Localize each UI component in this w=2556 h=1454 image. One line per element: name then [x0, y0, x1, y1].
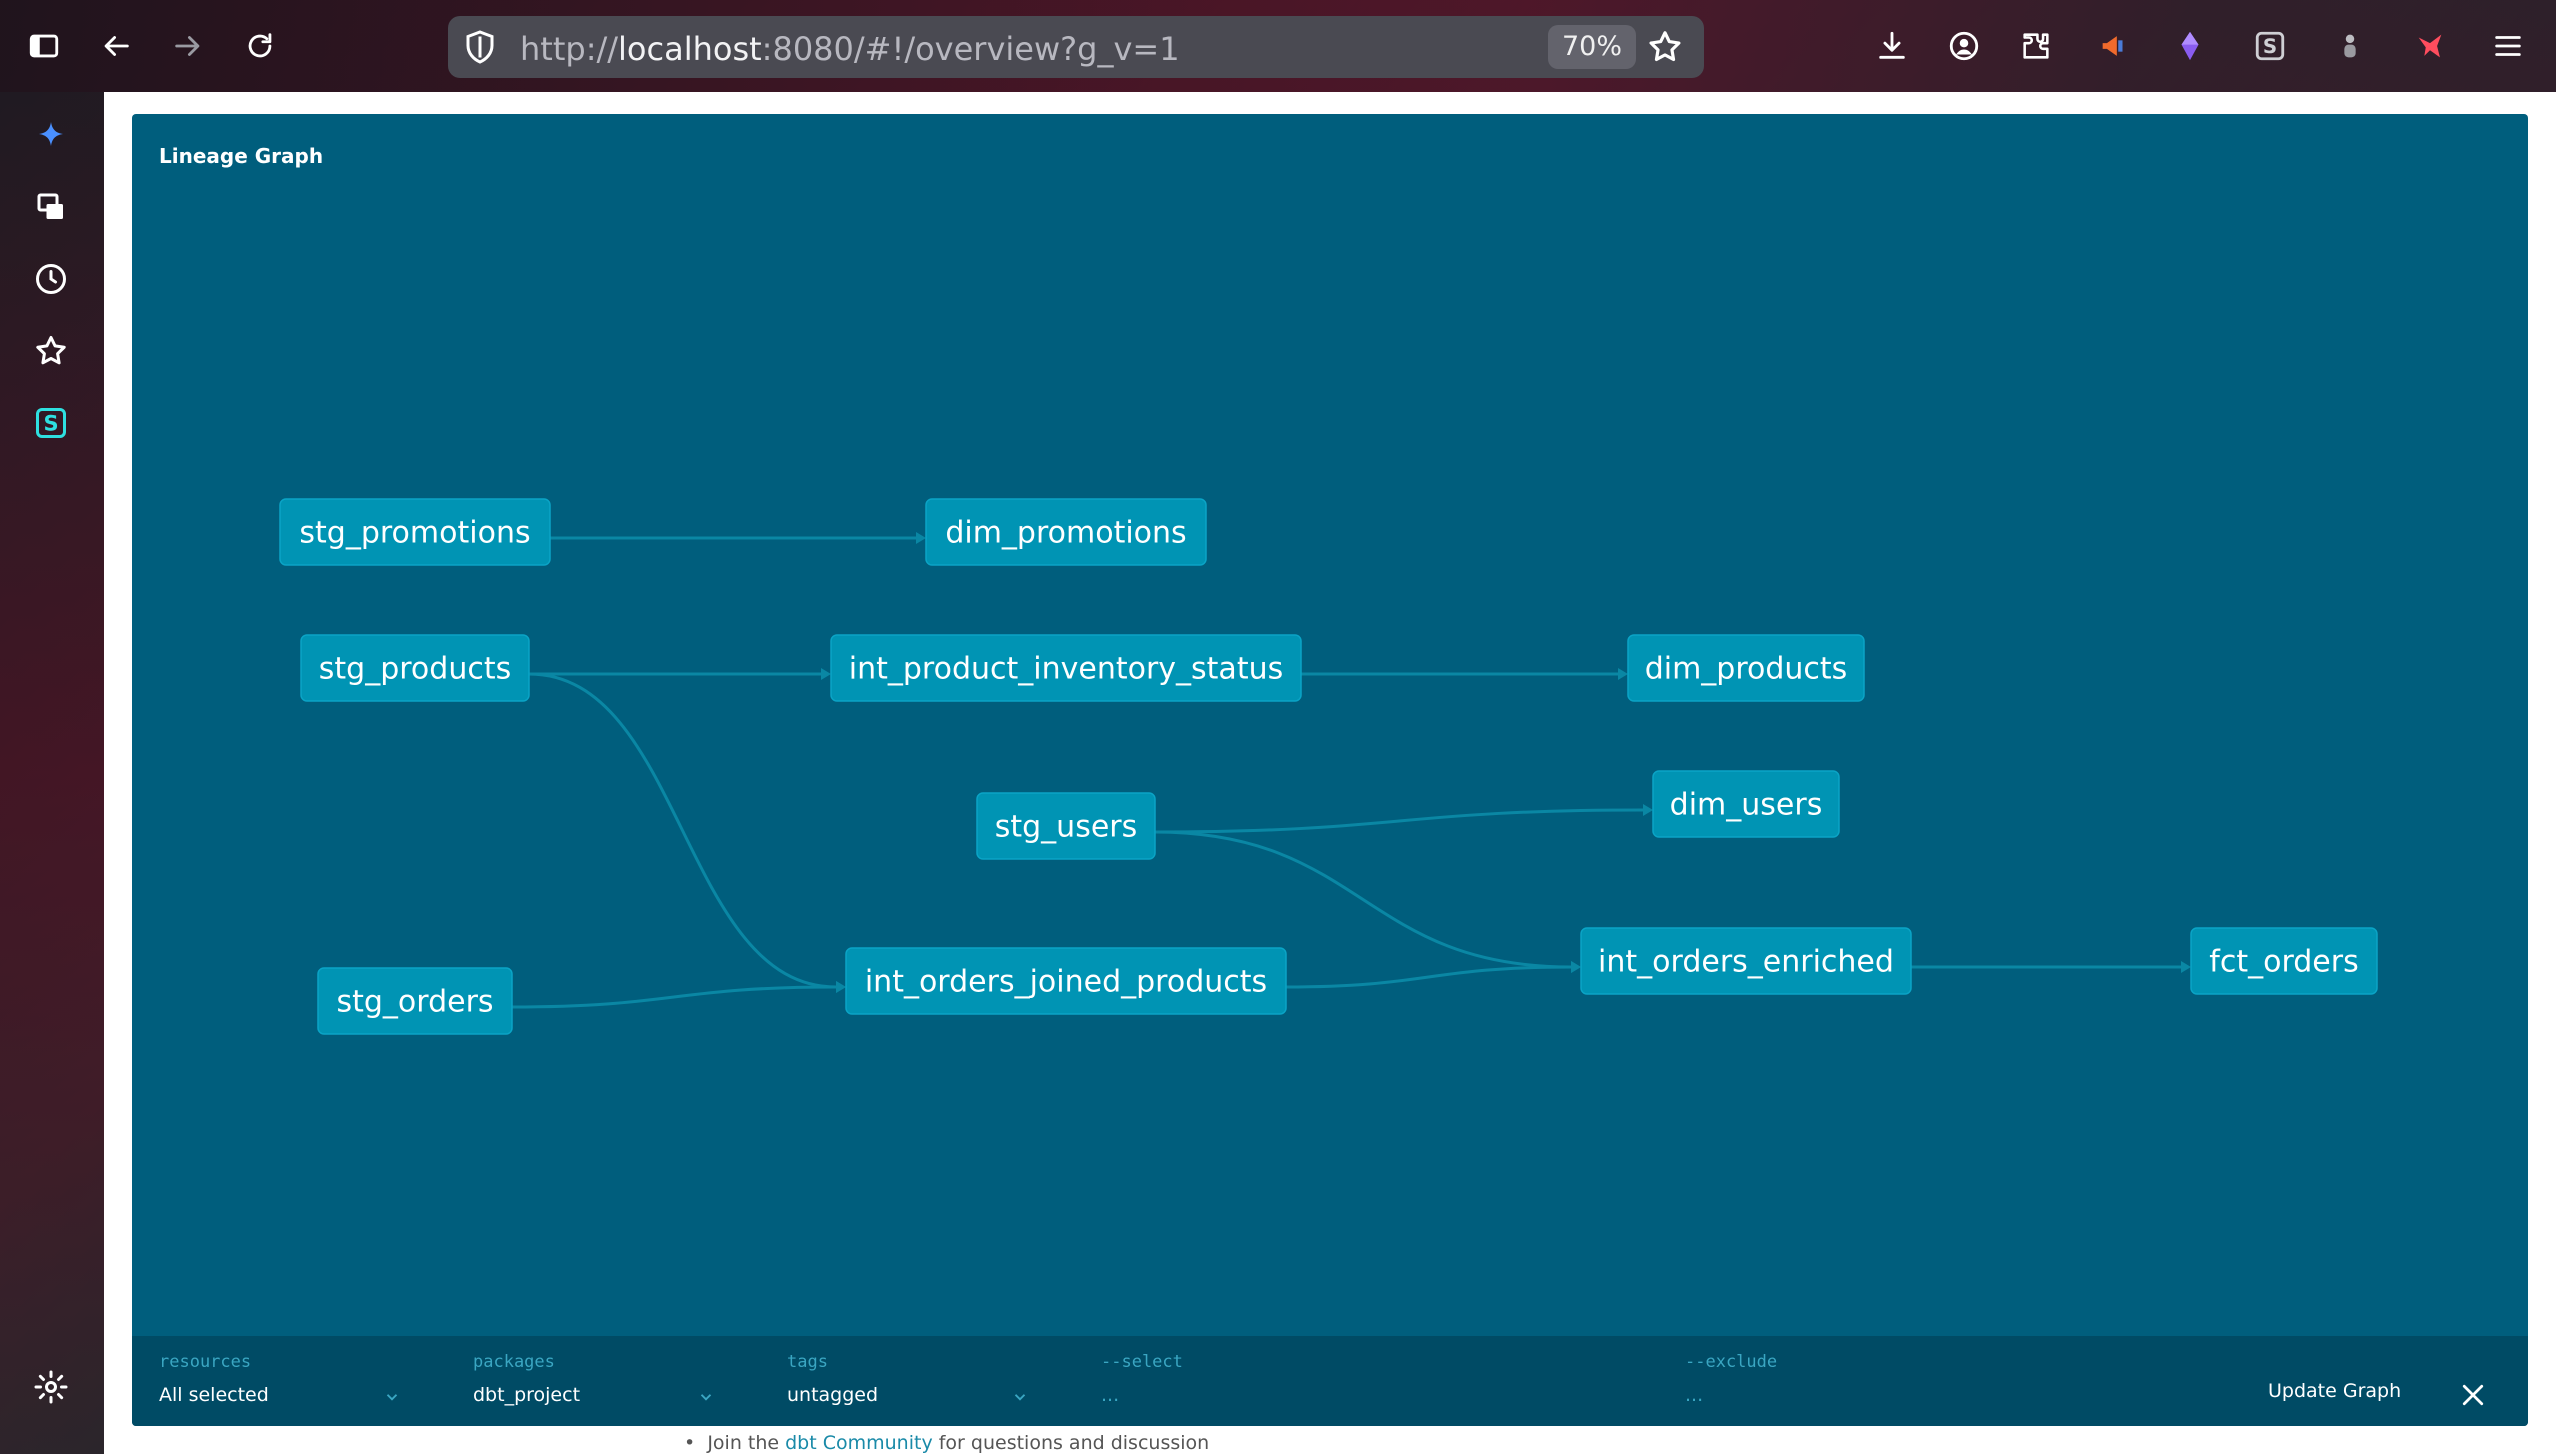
exclude-filter-input[interactable]: ...	[1685, 1384, 1703, 1406]
edge-arrow	[1571, 961, 1581, 973]
extension-figure-icon[interactable]	[2326, 22, 2374, 70]
exclude-filter[interactable]: --exclude ...	[1685, 1336, 2225, 1426]
s-extension-panel-icon[interactable]: S	[26, 398, 76, 448]
tags-filter-value[interactable]: untagged	[787, 1384, 878, 1406]
lineage-graph-canvas[interactable]: stg_promotions dim_promotions stg_products…	[132, 114, 2528, 1334]
graph-node-label: dim_users	[1670, 788, 1823, 823]
close-graph-button[interactable]	[2458, 1380, 2488, 1410]
zoom-level-badge[interactable]: 70%	[1548, 25, 1637, 69]
packages-filter[interactable]: packages dbt_project	[473, 1336, 733, 1426]
graph-node-label: dim_products	[1645, 652, 1848, 687]
edge-int_orders_joined_products-to-int_orders_enriched	[1285, 965, 1572, 989]
graph-node-label: dim_promotions	[945, 516, 1186, 551]
graph-node-stg_promotions[interactable]: stg_promotions	[279, 498, 551, 566]
bookmark-star-icon[interactable]	[1646, 28, 1684, 66]
extensions-icon[interactable]	[2012, 22, 2060, 70]
history-clock-icon[interactable]	[26, 254, 76, 304]
close-icon	[2462, 1384, 2484, 1406]
graph-node-label: fct_orders	[2209, 945, 2358, 980]
synced-tabs-icon[interactable]	[26, 182, 76, 232]
graph-node-dim_products[interactable]: dim_products	[1627, 634, 1865, 702]
graph-node-int_orders_enriched[interactable]: int_orders_enriched	[1580, 927, 1912, 995]
settings-gear-icon[interactable]	[26, 1362, 76, 1412]
url-text[interactable]: http://localhost:8080/#!/overview?g_v=1	[520, 30, 1180, 68]
extension-megaphone-icon[interactable]	[2090, 22, 2138, 70]
select-filter-input[interactable]: ...	[1101, 1384, 1119, 1406]
bookmarks-star-icon[interactable]	[26, 326, 76, 376]
menu-icon[interactable]	[2484, 22, 2532, 70]
resources-filter-label: resources	[159, 1352, 252, 1372]
extension-s-icon[interactable]: S	[2246, 22, 2294, 70]
graph-node-stg_users[interactable]: stg_users	[976, 792, 1156, 860]
forward-icon[interactable]	[164, 22, 212, 70]
downloads-icon[interactable]	[1868, 22, 1916, 70]
select-filter[interactable]: --select ...	[1101, 1336, 1641, 1426]
svg-text:S: S	[2263, 35, 2277, 58]
edge-arrow	[1618, 668, 1628, 680]
lineage-graph-panel: stg_promotions dim_promotions stg_products…	[132, 114, 2528, 1426]
packages-filter-value[interactable]: dbt_project	[473, 1384, 580, 1406]
lineage-graph-title: Lineage Graph	[159, 144, 324, 168]
edge-arrow	[836, 981, 846, 993]
tags-filter[interactable]: tags untagged	[787, 1336, 1047, 1426]
graph-node-int_product_inventory_status[interactable]: int_product_inventory_status	[830, 634, 1302, 702]
svg-text:S: S	[43, 412, 58, 436]
edge-stg_orders-to-int_orders_joined_products	[511, 985, 837, 1009]
browser-toolbar: http://localhost:8080/#!/overview?g_v=1 …	[0, 0, 2556, 92]
chevron-down-icon[interactable]	[1011, 1388, 1029, 1406]
edge-stg_products-to-int_orders_joined_products	[528, 672, 837, 989]
graph-node-dim_users[interactable]: dim_users	[1652, 770, 1840, 838]
edge-arrow	[916, 532, 926, 544]
sidebar-toggle-icon[interactable]	[20, 22, 68, 70]
graph-node-stg_products[interactable]: stg_products	[300, 634, 530, 702]
graph-node-label: stg_promotions	[299, 516, 530, 551]
back-icon[interactable]	[92, 22, 140, 70]
graph-node-label: int_orders_enriched	[1598, 945, 1894, 980]
account-icon[interactable]	[1940, 22, 1988, 70]
tracking-shield-icon[interactable]	[462, 29, 498, 65]
edge-stg_users-to-int_orders_enriched	[1154, 830, 1572, 969]
community-note: • Join the dbt Community for questions a…	[684, 1432, 1210, 1454]
chevron-down-icon[interactable]	[383, 1388, 401, 1406]
graph-node-label: int_orders_joined_products	[865, 965, 1267, 1000]
ai-sparkle-icon[interactable]	[26, 112, 76, 162]
reload-icon[interactable]	[236, 22, 284, 70]
resources-filter-value[interactable]: All selected	[159, 1384, 269, 1406]
graph-node-label: int_product_inventory_status	[849, 652, 1283, 687]
select-filter-label: --select	[1101, 1352, 1183, 1372]
tags-filter-label: tags	[787, 1352, 828, 1372]
graph-node-fct_orders[interactable]: fct_orders	[2190, 927, 2378, 995]
edge-stg_users-to-dim_users	[1154, 808, 1644, 834]
resources-filter[interactable]: resources All selected	[159, 1336, 419, 1426]
graph-node-int_orders_joined_products[interactable]: int_orders_joined_products	[845, 947, 1287, 1015]
graph-node-label: stg_orders	[336, 985, 493, 1020]
chevron-down-icon[interactable]	[697, 1388, 715, 1406]
graph-node-label: stg_products	[319, 652, 511, 687]
browser-sidebar: S	[0, 92, 104, 1454]
update-graph-button[interactable]: Update Graph	[2268, 1380, 2401, 1402]
packages-filter-label: packages	[473, 1352, 555, 1372]
extension-bird-icon[interactable]	[2406, 22, 2454, 70]
extension-crystal-icon[interactable]	[2166, 22, 2214, 70]
edge-arrow	[2181, 961, 2191, 973]
url-bar[interactable]: http://localhost:8080/#!/overview?g_v=1 …	[448, 16, 1704, 78]
graph-node-stg_orders[interactable]: stg_orders	[317, 967, 513, 1035]
edge-arrow	[821, 668, 831, 680]
graph-node-label: stg_users	[995, 810, 1138, 845]
graph-filter-bar: resources All selected packages dbt_proj…	[132, 1336, 2528, 1426]
graph-node-dim_promotions[interactable]: dim_promotions	[925, 498, 1207, 566]
exclude-filter-label: --exclude	[1685, 1352, 1778, 1372]
dbt-community-link[interactable]: dbt Community	[785, 1432, 933, 1454]
edge-arrow	[1643, 804, 1653, 816]
